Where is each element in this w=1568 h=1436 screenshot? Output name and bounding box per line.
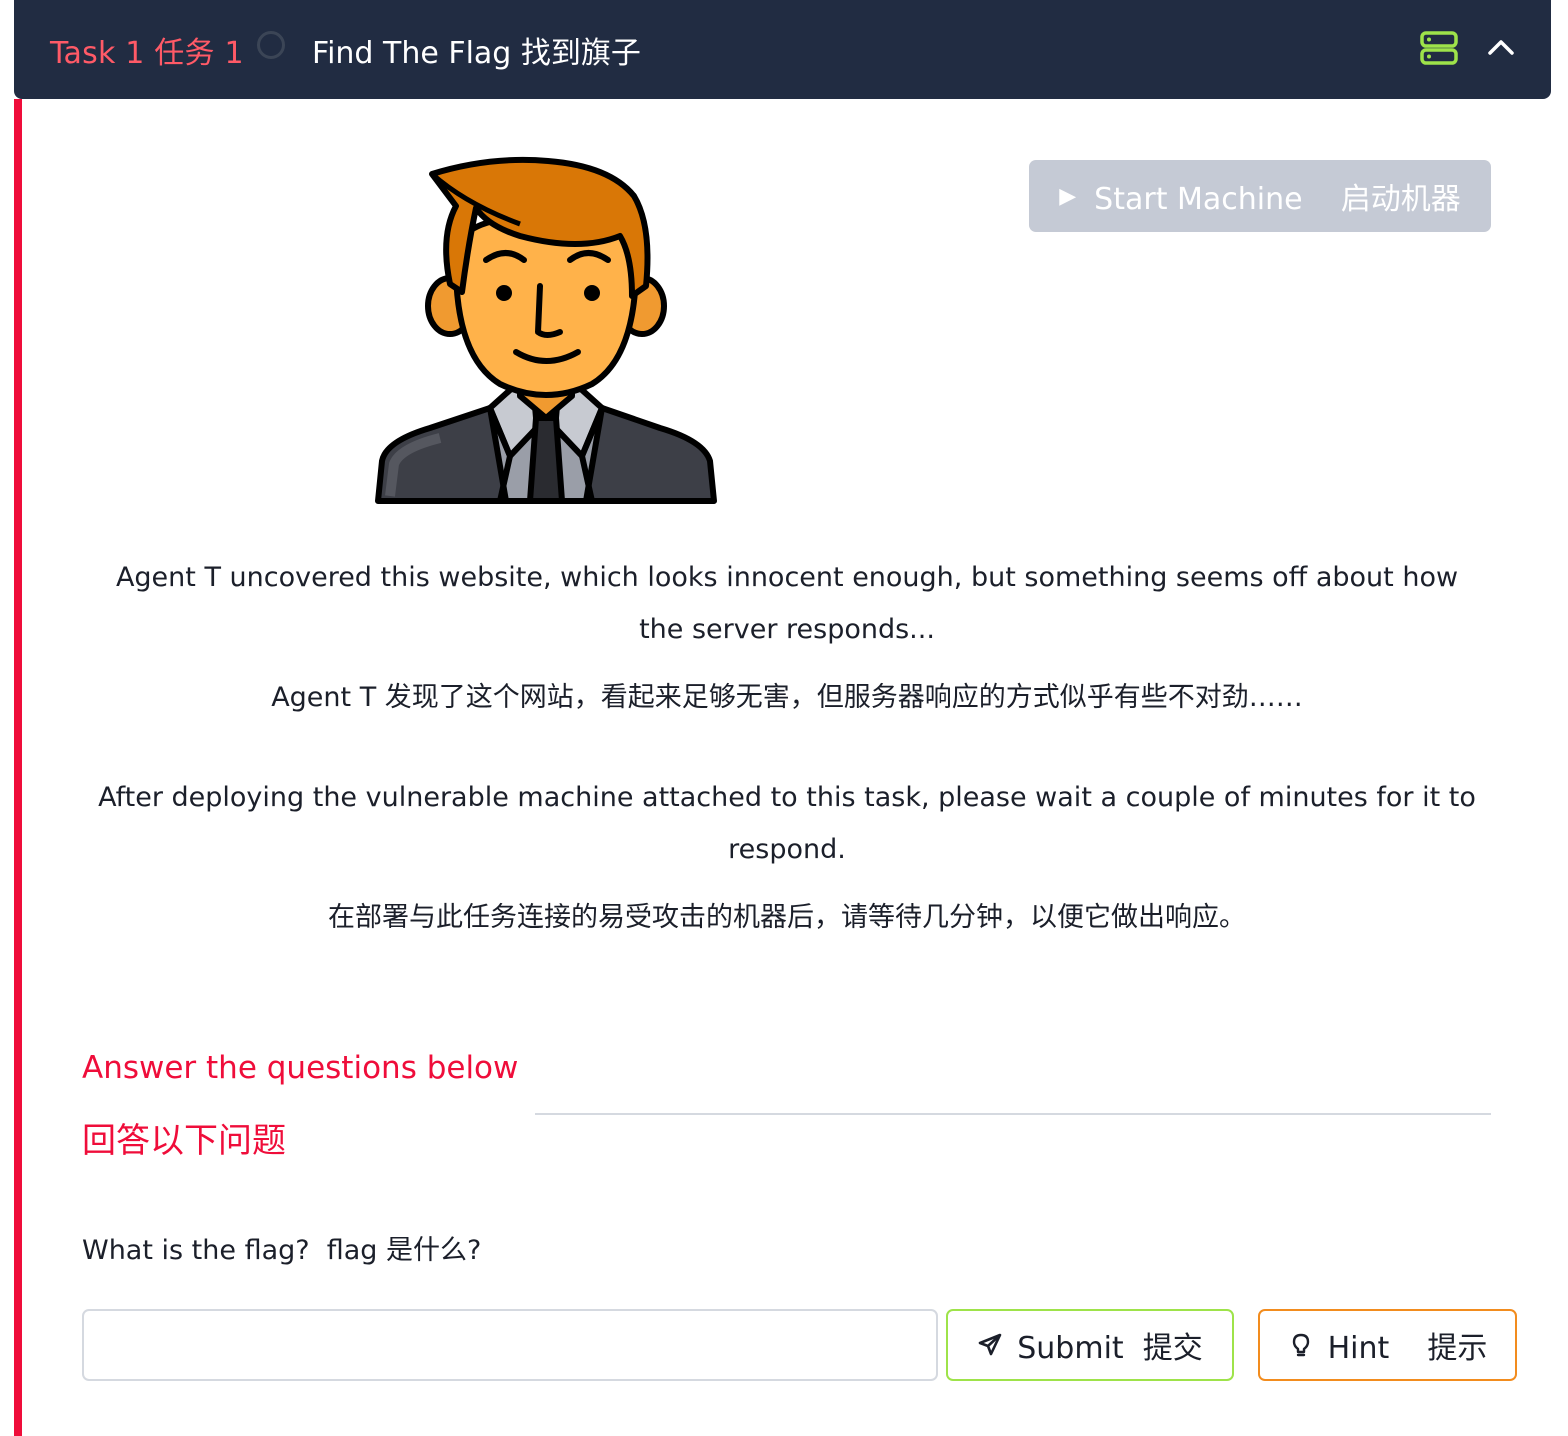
- question-text: What is the flag? flag 是什么?: [82, 1235, 482, 1266]
- task-panel: Task 1 任务 1 Find The Flag 找到旗子 ▶ Start M…: [0, 0, 1568, 1436]
- start-machine-label: Start Machine 启动机器: [1094, 182, 1461, 217]
- flag-answer-input[interactable]: [82, 1309, 938, 1381]
- chevron-up-icon[interactable]: [1486, 34, 1516, 60]
- description-zh-2: 在部署与此任务连接的易受攻击的机器后，请等待几分钟，以便它做出响应。: [328, 902, 1246, 933]
- description-zh-1: Agent T 发现了这个网站，看起来足够无害，但服务器响应的方式似乎有些不对劲…: [271, 682, 1303, 713]
- paper-plane-icon: [978, 1333, 1002, 1356]
- circle-outline-icon: [257, 31, 285, 59]
- lightbulb-icon: [1292, 1333, 1309, 1357]
- task-header[interactable]: Task 1 任务 1 Find The Flag 找到旗子: [14, 0, 1551, 99]
- task-number-label: Task 1 任务 1: [50, 36, 244, 71]
- submit-button[interactable]: Submit 提交: [946, 1309, 1234, 1381]
- task-title: Find The Flag 找到旗子: [312, 36, 641, 71]
- start-machine-button[interactable]: ▶ Start Machine 启动机器: [1029, 160, 1491, 232]
- answer-heading-zh: 回答以下问题: [82, 1121, 286, 1161]
- submit-label: Submit 提交: [1017, 1331, 1203, 1366]
- section-divider: [535, 1113, 1491, 1115]
- description-en-1: Agent T uncovered this website, which lo…: [115, 562, 1459, 645]
- play-icon: ▶: [1059, 183, 1077, 209]
- hint-button[interactable]: Hint 提示: [1258, 1309, 1517, 1381]
- hint-label: Hint 提示: [1327, 1331, 1488, 1366]
- answer-heading-en: Answer the questions below: [82, 1050, 519, 1086]
- task-accent-bar: [14, 99, 22, 1436]
- server-icon[interactable]: [1420, 31, 1458, 65]
- agent-avatar-illustration: [375, 156, 717, 504]
- description-en-2: After deploying the vulnerable machine a…: [98, 782, 1476, 865]
